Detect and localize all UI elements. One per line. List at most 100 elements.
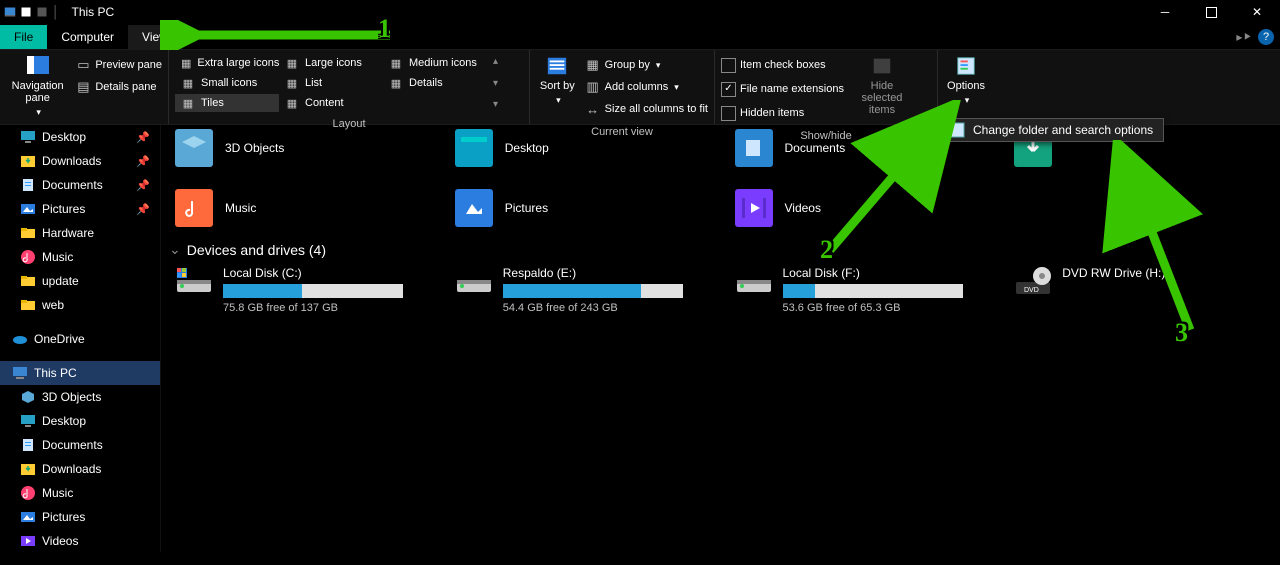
tab-file[interactable]: File <box>0 25 47 49</box>
layout-icon: ▦ <box>389 76 403 90</box>
layout-small-icons[interactable]: ▦Small icons <box>175 74 279 92</box>
drive-local-disk-c-[interactable]: Local Disk (C:)75.8 GB free of 137 GB <box>175 266 441 314</box>
titlebar: │ This PC ─ ✕ <box>0 0 1280 25</box>
hidden-items-toggle[interactable]: Hidden items <box>721 102 844 124</box>
layout-icon: ▦ <box>181 96 195 110</box>
layout-details[interactable]: ▦Details <box>383 74 487 92</box>
pin-icon: 📌 <box>136 203 150 216</box>
nav-item-music[interactable]: Music <box>0 481 160 505</box>
folder-3d-objects[interactable]: 3D Objects <box>175 129 441 167</box>
group-by-button[interactable]: ▦Group by▾ <box>585 54 708 76</box>
nav-item-this-pc[interactable]: This PC <box>0 361 160 385</box>
nav-item-videos[interactable]: Videos <box>0 529 160 552</box>
nav-item-update[interactable]: update <box>0 269 160 293</box>
nav-item-desktop[interactable]: Desktop📌 <box>0 125 160 149</box>
file-extensions-toggle[interactable]: File name extensions <box>721 78 844 100</box>
nav-item-desktop[interactable]: Desktop <box>0 409 160 433</box>
options-button[interactable]: Options▾ <box>944 54 988 106</box>
pin-icon: 📌 <box>136 155 150 168</box>
options-dropdown-item[interactable]: Change folder and search options <box>942 118 1164 142</box>
add-columns-button[interactable]: ▥Add columns▾ <box>585 76 708 98</box>
chevron-down-icon: ⌄ <box>169 241 181 258</box>
onedrive-icon <box>12 331 28 347</box>
documents-icon <box>20 177 36 193</box>
pictures-icon <box>455 189 493 227</box>
ribbon-collapse-icon[interactable]: ▸⯈ <box>1236 30 1252 45</box>
size-cols-icon: ↔ <box>585 101 601 117</box>
sort-by-button[interactable]: Sort by▾ <box>536 54 579 106</box>
music-icon <box>175 189 213 227</box>
window-title: This PC <box>72 5 115 19</box>
devices-header[interactable]: ⌄ Devices and drives (4) <box>161 237 1280 266</box>
maximize-button[interactable] <box>1188 0 1234 24</box>
nav-pane-icon <box>26 54 50 78</box>
item-check-boxes-toggle[interactable]: Item check boxes <box>721 54 844 76</box>
layout-medium-icons[interactable]: ▦Medium icons <box>383 54 487 72</box>
layout-scroll[interactable]: ▴▾▾ <box>493 56 498 110</box>
tab-computer[interactable]: Computer <box>47 25 128 49</box>
ribbon: Navigation pane▾ ▭Preview pane ▤Details … <box>0 49 1280 125</box>
layout-large-icons[interactable]: ▦Large icons <box>279 54 383 72</box>
ribbon-tabs: File Computer View ▸⯈ ? <box>0 25 1280 49</box>
nav-item-pictures[interactable]: Pictures <box>0 505 160 529</box>
tab-view[interactable]: View <box>128 25 182 49</box>
drive-icon <box>455 266 493 296</box>
qat-icon-2[interactable] <box>36 6 48 18</box>
nav-item-documents[interactable]: Documents📌 <box>0 173 160 197</box>
layout-icon: ▦ <box>285 76 299 90</box>
nav-pane-label: Navigation pane <box>6 80 69 104</box>
3d-icon <box>175 129 213 167</box>
pin-icon: 📌 <box>136 179 150 192</box>
nav-item-downloads[interactable]: Downloads📌 <box>0 149 160 173</box>
folder-music[interactable]: Music <box>175 189 441 227</box>
options-dropdown-icon <box>949 122 965 138</box>
nav-item-downloads[interactable]: Downloads <box>0 457 160 481</box>
pictures-icon <box>20 201 36 217</box>
thispc-icon <box>12 365 28 381</box>
help-icon[interactable]: ? <box>1258 29 1274 45</box>
layout-content[interactable]: ▦Content <box>279 94 383 112</box>
folder-desktop[interactable]: Desktop <box>455 129 721 167</box>
layout-list[interactable]: ▦List <box>279 74 383 92</box>
desktop-icon <box>455 129 493 167</box>
details-pane-button[interactable]: ▤Details pane <box>75 76 162 98</box>
options-dropdown-label: Change folder and search options <box>973 123 1153 137</box>
layout-tiles[interactable]: ▦Tiles <box>175 94 279 112</box>
folder-videos[interactable]: Videos <box>735 189 1001 227</box>
size-columns-button[interactable]: ↔Size all columns to fit <box>585 98 708 120</box>
close-button[interactable]: ✕ <box>1234 0 1280 24</box>
checkbox-icon <box>721 58 736 73</box>
capacity-bar <box>783 284 963 298</box>
navigation-pane-button[interactable]: Navigation pane▾ <box>6 54 69 118</box>
details-pane-icon: ▤ <box>75 79 91 95</box>
qat-icon-1[interactable] <box>20 6 32 18</box>
layout-extra-large-icons[interactable]: ▦Extra large icons <box>175 54 279 72</box>
drive-respaldo-e-[interactable]: Respaldo (E:)54.4 GB free of 243 GB <box>455 266 721 314</box>
3d-icon <box>20 389 36 405</box>
group-icon: ▦ <box>585 57 601 73</box>
desktop-icon <box>20 129 36 145</box>
nav-item-music[interactable]: Music <box>0 245 160 269</box>
nav-item-documents[interactable]: Documents <box>0 433 160 457</box>
navigation-tree[interactable]: Desktop📌Downloads📌Documents📌Pictures📌Har… <box>0 125 161 552</box>
checkbox-checked-icon <box>721 82 736 97</box>
hide-selected-button[interactable]: Hide selected items <box>850 54 914 116</box>
drive-local-disk-f-[interactable]: Local Disk (F:)53.6 GB free of 65.3 GB <box>735 266 1001 314</box>
nav-item-web[interactable]: web <box>0 293 160 317</box>
preview-pane-button[interactable]: ▭Preview pane <box>75 54 162 76</box>
nav-item-hardware[interactable]: Hardware <box>0 221 160 245</box>
folder-pictures[interactable]: Pictures <box>455 189 721 227</box>
add-cols-icon: ▥ <box>585 79 601 95</box>
layout-icon: ▦ <box>181 76 195 90</box>
nav-item-onedrive[interactable]: OneDrive <box>0 327 160 351</box>
app-icon <box>4 6 16 18</box>
documents-icon <box>735 129 773 167</box>
drive-dvd-rw-drive-h-[interactable]: DVDDVD RW Drive (H:) <box>1014 266 1280 314</box>
content-area: 3D ObjectsDesktopDocumentsMusicPicturesV… <box>161 125 1280 552</box>
downloads-icon <box>20 461 36 477</box>
nav-item-3d-objects[interactable]: 3D Objects <box>0 385 160 409</box>
minimize-button[interactable]: ─ <box>1142 0 1188 24</box>
drive-icon <box>735 266 773 296</box>
nav-item-pictures[interactable]: Pictures📌 <box>0 197 160 221</box>
videos-icon <box>20 533 36 549</box>
